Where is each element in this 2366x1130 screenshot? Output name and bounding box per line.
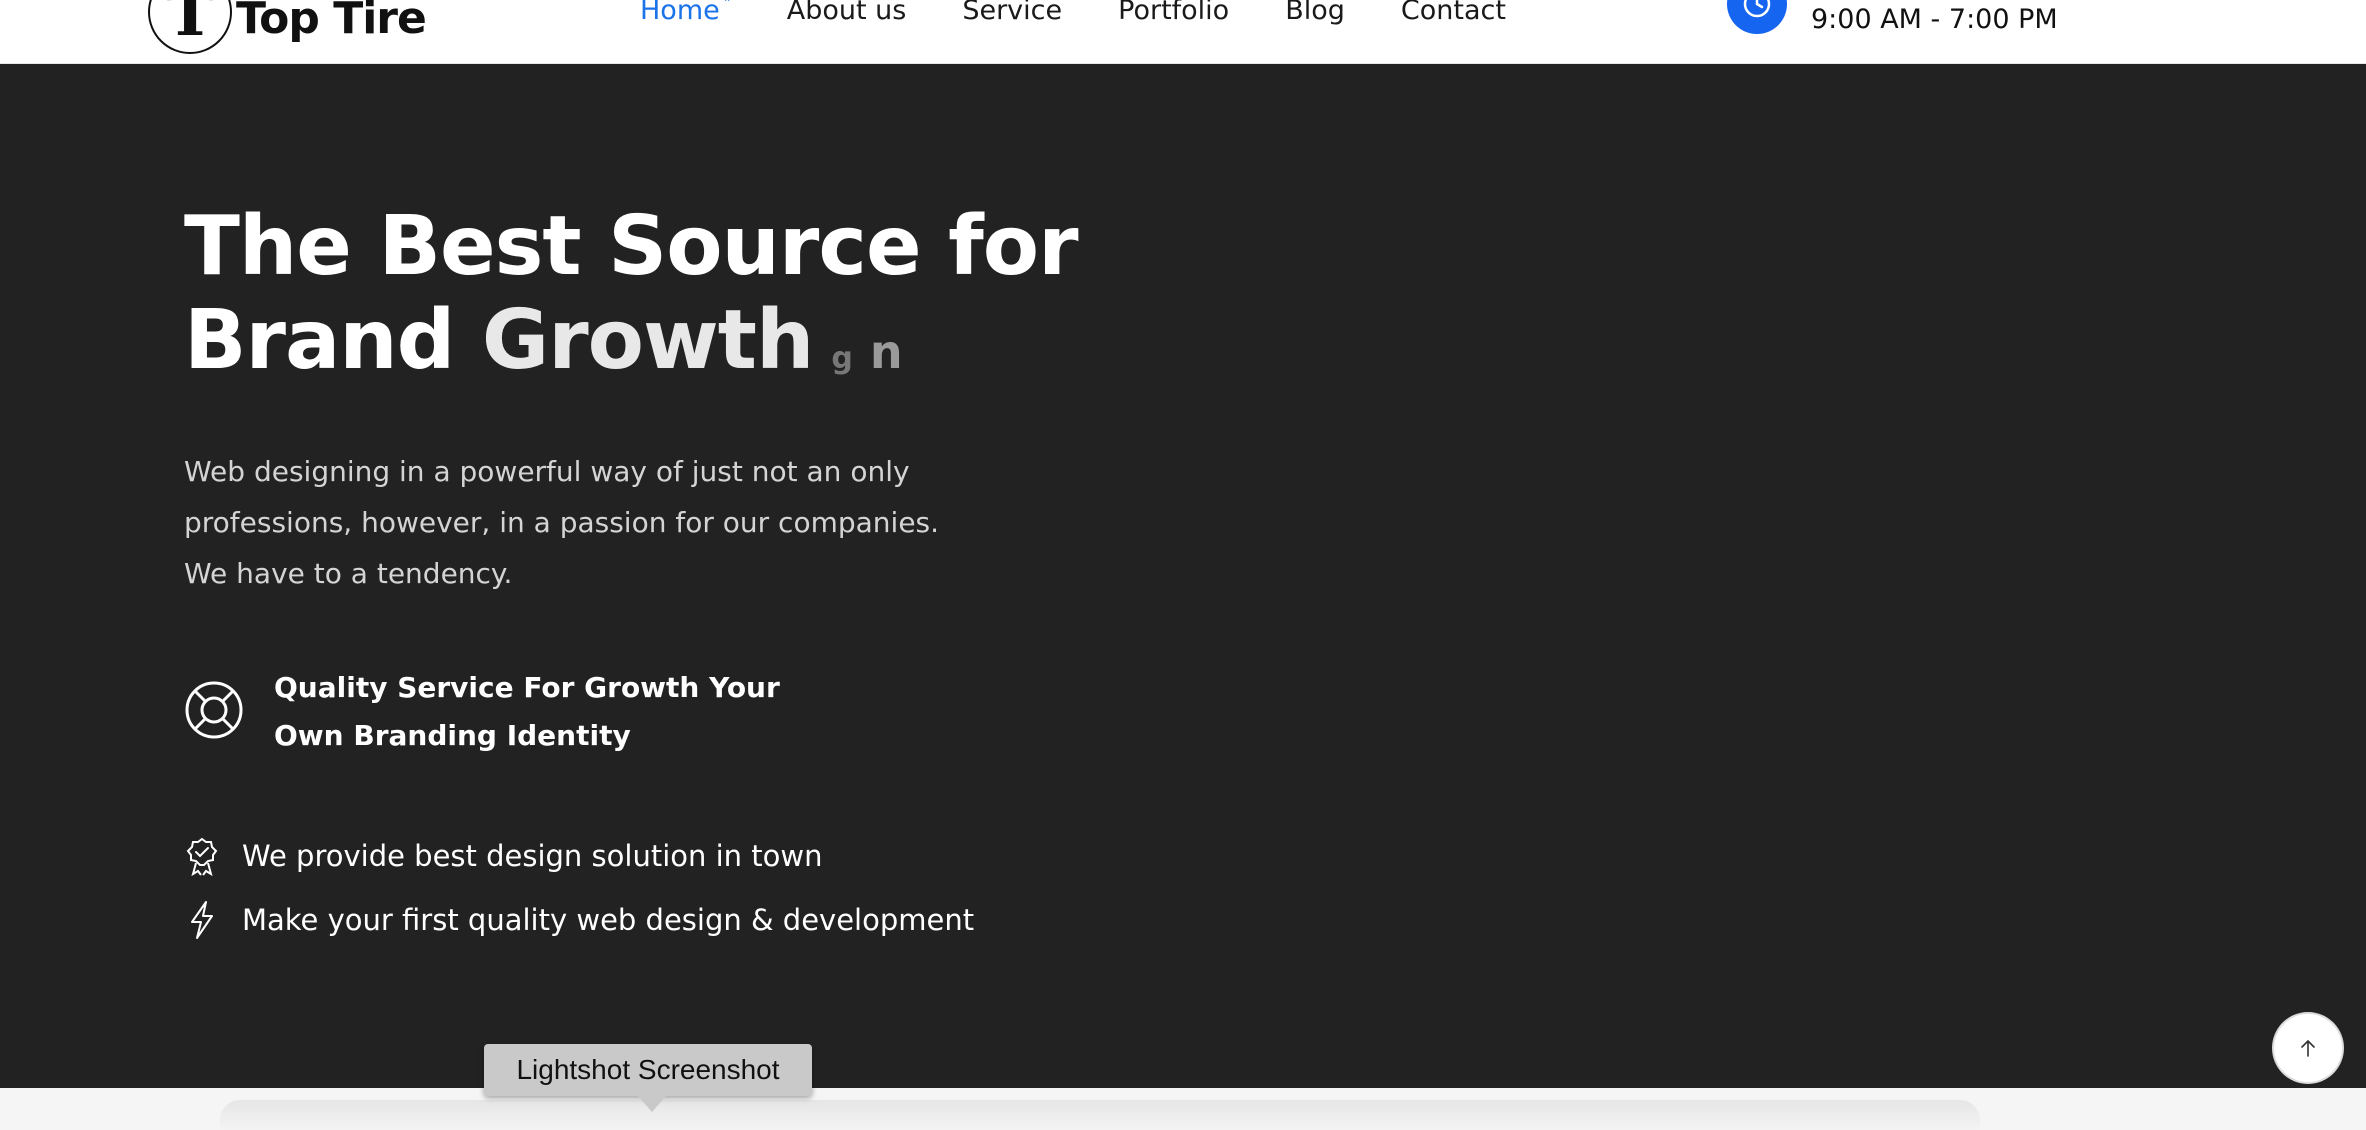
lifebuoy-icon (184, 680, 244, 740)
nav-item-home-label: Home (640, 0, 720, 26)
lightning-icon (184, 900, 220, 940)
nav-item-service[interactable]: Service (962, 0, 1062, 26)
hero-title: The Best Source for Brand Growth g n (184, 199, 1079, 406)
logo-circle: T (148, 0, 232, 54)
screenshot-tooltip: Lightshot Screenshot (484, 1044, 812, 1112)
nav-item-about[interactable]: About us (787, 0, 907, 26)
nav-item-blog[interactable]: Blog (1285, 0, 1345, 26)
logo-text: Top Tire (236, 0, 427, 44)
feature-block: Quality Service For Growth Your Own Bran… (184, 664, 834, 760)
list-item-text: We provide best design solution in town (242, 839, 823, 873)
hero-title-prefix: Brand (184, 293, 455, 388)
hero-description: Web designing in a powerful way of just … (184, 455, 940, 590)
hero-title-line2: Brand Growth g n (184, 294, 1078, 406)
list-item-text: Make your first quality web design & dev… (242, 903, 975, 937)
scroll-top-button[interactable] (2274, 1014, 2342, 1082)
main-nav: Home ˄ About us Service Portfolio Blog Co… (640, 0, 1562, 30)
logo[interactable]: T Top Tire (148, 0, 427, 54)
hero-title-line1: The Best Source for (184, 199, 1079, 294)
nav-item-portfolio[interactable]: Portfolio (1118, 0, 1229, 26)
nav-item-home[interactable]: Home ˄ (640, 0, 731, 26)
nav-item-contact[interactable]: Contact (1401, 0, 1506, 26)
chevron-down-icon: ˄ (723, 0, 731, 13)
hero-title-animated-word: Growth (481, 293, 814, 388)
list-item: We provide best design solution in town (184, 836, 823, 877)
next-section-shadow (220, 1100, 1980, 1130)
award-badge-icon (184, 836, 220, 877)
business-hours: 9:00 AM - 7:00 PM (1811, 4, 2058, 35)
clock-icon (1727, 0, 1787, 34)
feature-text: Quality Service For Growth Your Own Bran… (274, 671, 780, 752)
hero-title-ghost-letter: n (869, 325, 903, 379)
logo-mark: T (166, 0, 214, 51)
list-item: Make your first quality web design & dev… (184, 900, 974, 940)
hero-title-ghost-letter: g (831, 341, 853, 376)
site-header: T Top Tire Home ˄ About us Service Portfo… (0, 0, 2366, 64)
arrow-up-icon (2301, 1039, 2315, 1057)
